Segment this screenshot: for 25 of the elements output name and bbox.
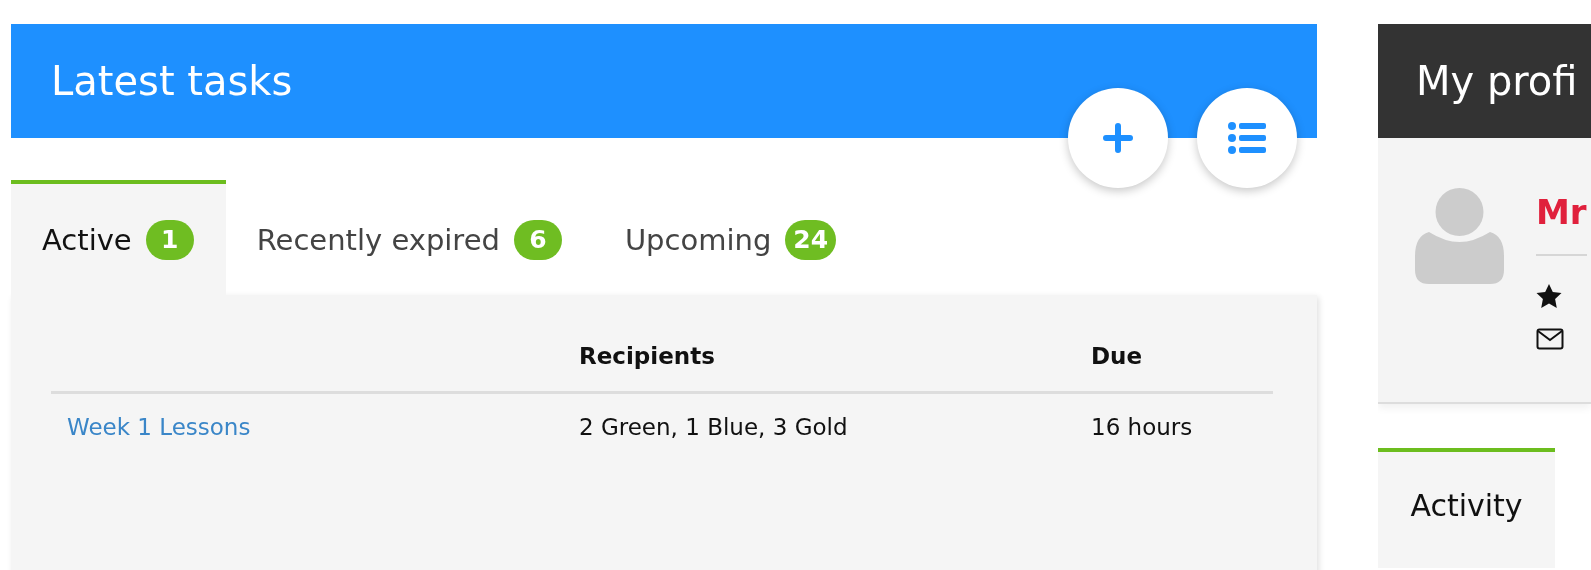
tab-label: Recently expired [256,222,500,257]
profile-name: Mr [1536,188,1587,256]
star-icon [1536,284,1562,308]
tab[interactable]: Active 1 [11,180,226,295]
avatar-icon [1415,188,1504,284]
tab[interactable]: Recently expired 6 [225,180,594,295]
count-badge: 1 [145,219,194,260]
count-badge: 24 [785,219,837,260]
panel-title: My profi [1416,58,1578,104]
task-link[interactable]: Week 1 Lessons [67,414,251,440]
list-icon [1228,122,1266,154]
tab[interactable]: Activity [1378,448,1555,568]
table-cell-text: 16 hours [1090,413,1194,440]
count-badge: 6 [513,219,562,260]
panel-title: Latest tasks [51,58,293,104]
plus-icon [1103,123,1133,153]
tab[interactable]: Upcoming 24 [593,180,869,295]
add-button[interactable] [1068,88,1168,188]
tab-label: Upcoming [624,222,772,257]
column-header: Due [1075,343,1273,394]
list-button[interactable] [1197,88,1297,188]
table-cell-text: 2 Green, 1 Blue, 3 Gold [578,413,849,440]
mail-icon [1536,328,1564,350]
tab-label: Active [42,222,132,257]
column-header: Recipients [563,343,1075,394]
